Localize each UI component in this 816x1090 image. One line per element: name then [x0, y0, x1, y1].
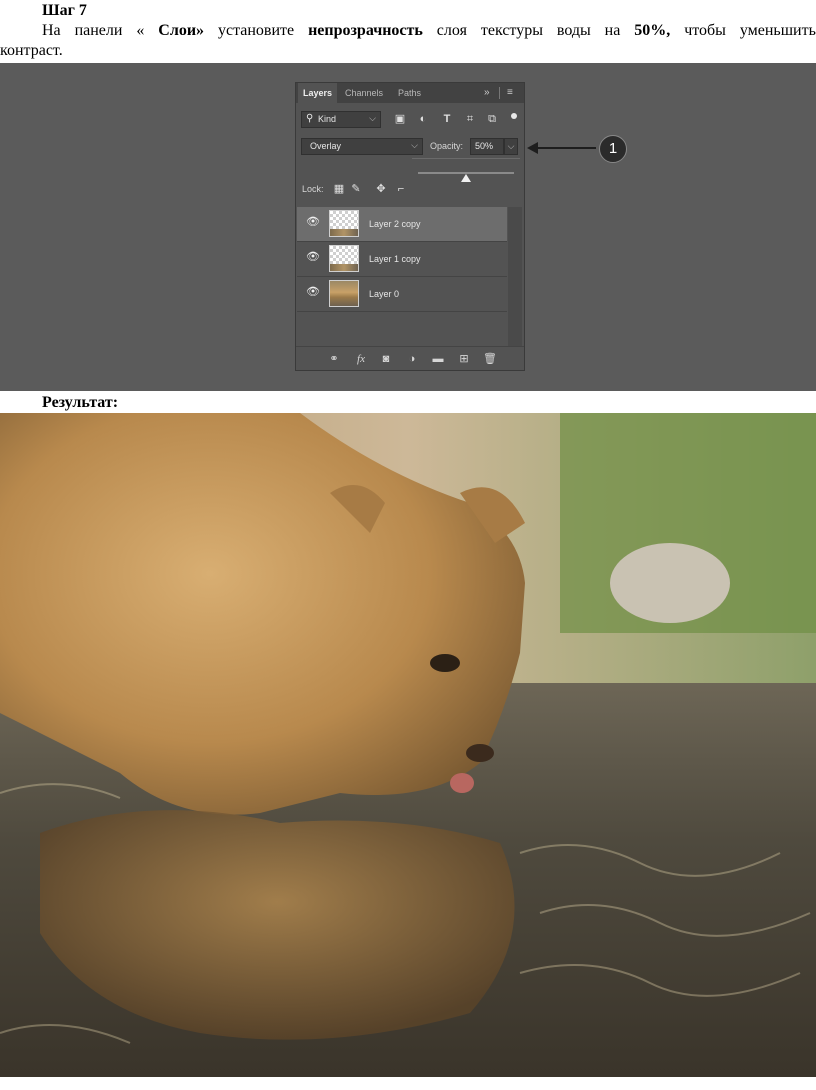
instruction-word: текстуры [480, 22, 543, 39]
search-icon: ⚲ [306, 113, 314, 124]
instruction-word: установите [217, 22, 295, 39]
instruction-word-bold: непрозрачность [308, 22, 423, 39]
layer-name[interactable]: Layer 2 copy [369, 219, 421, 229]
instruction-line-1: На панели « Слои» установите непрозрачно… [0, 21, 816, 41]
blend-mode-select[interactable]: Overlay ⌵ [301, 138, 423, 155]
shape-filter-icon[interactable]: ⌗ [463, 112, 477, 126]
add-mask-icon[interactable]: ◙ [378, 352, 394, 366]
lock-artboard-icon[interactable]: ⌐ [394, 182, 408, 196]
opacity-label: Opacity: [430, 141, 464, 151]
adjustment-layer-icon[interactable]: ◑ [404, 352, 420, 366]
filter-kind-select[interactable]: ⚲ Kind ⌵ [301, 111, 381, 128]
instruction-word: на [604, 22, 621, 39]
step-title: Шаг 7 [42, 2, 87, 19]
eye-icon[interactable]: 👁 [306, 252, 320, 263]
opacity-dropdown-button[interactable]: ⌵ [504, 138, 518, 155]
filter-row: ⚲ Kind ⌵ ▣ ◐ T ⌗ ⧉ [296, 109, 524, 129]
blend-opacity-row: Overlay ⌵ Opacity: 50% ⌵ [296, 136, 524, 158]
eye-icon[interactable]: 👁 [306, 287, 320, 298]
thumbnail-strip [330, 264, 358, 271]
link-layers-icon[interactable]: ⚭ [326, 352, 342, 366]
lock-brush-icon[interactable]: ✎ [349, 182, 363, 196]
lion-tongue [450, 773, 474, 793]
opacity-field[interactable]: 50% [470, 138, 504, 155]
adjustment-filter-icon[interactable]: ◐ [416, 112, 430, 126]
tab-layers[interactable]: Layers [298, 83, 338, 103]
thumbnail-strip [330, 229, 358, 236]
callout-arrow-line [536, 147, 596, 149]
lion-nose [466, 744, 494, 762]
filter-kind-label: Kind [318, 114, 337, 124]
instruction-word: воды [556, 22, 591, 39]
fx-icon[interactable]: fx [353, 352, 369, 366]
instruction-word: панели [74, 22, 123, 39]
layer-thumbnail [329, 210, 359, 237]
rock [610, 543, 730, 623]
instruction-word: уменьшить [739, 22, 816, 39]
result-label: Результат: [42, 394, 119, 411]
tab-paths[interactable]: Paths [393, 83, 426, 103]
result-photo [0, 413, 816, 1077]
layer-thumbnail [329, 280, 359, 307]
chevron-down-icon: ⌵ [411, 140, 418, 150]
layer-name[interactable]: Layer 1 copy [369, 254, 421, 264]
lock-position-icon[interactable]: ✥ [374, 182, 388, 196]
instruction-word: « [136, 22, 145, 39]
folder-icon[interactable]: ▬ [430, 352, 446, 366]
lock-label: Lock: [302, 184, 324, 194]
lock-transparency-icon[interactable]: ▦ [332, 182, 346, 196]
layer-thumbnail [329, 245, 359, 272]
eye-icon[interactable]: 👁 [306, 217, 320, 228]
layers-scrollbar[interactable] [508, 207, 522, 347]
layer-name[interactable]: Layer 0 [369, 289, 399, 299]
chevron-down-icon: ⌵ [369, 113, 376, 123]
instruction-word: слоя [436, 22, 467, 39]
instruction-paragraph: На панели « Слои» установите непрозрачно… [0, 21, 816, 61]
callout-number: 1 [599, 135, 627, 163]
panel-menu-icon[interactable]: ≡ [507, 83, 513, 103]
new-layer-icon[interactable]: ⊞ [456, 352, 472, 366]
smart-object-filter-icon[interactable]: ⧉ [485, 112, 499, 126]
layer-row-layer-1-copy[interactable]: 👁 Layer 1 copy [297, 242, 507, 277]
type-filter-icon[interactable]: T [440, 112, 454, 126]
tab-channels[interactable]: Channels [340, 83, 388, 103]
tab-divider [499, 87, 500, 99]
panel-footer: ⚭ fx ◙ ◑ ▬ ⊞ 🗑 [296, 346, 524, 371]
image-filter-icon[interactable]: ▣ [393, 112, 407, 126]
photoshop-screenshot: Layers Channels Paths » ≡ ⚲ Kind ⌵ ▣ ◐ T… [0, 63, 816, 391]
layers-panel: Layers Channels Paths » ≡ ⚲ Kind ⌵ ▣ ◐ T… [295, 82, 525, 371]
lion-cub-drinking-image [0, 413, 816, 1077]
instruction-word: На [42, 22, 61, 39]
layers-list: 👁 Layer 2 copy 👁 Layer 1 copy 👁 Layer 0 [297, 207, 507, 312]
trash-icon[interactable]: 🗑 [482, 352, 498, 366]
lion-eye [430, 654, 460, 672]
blend-mode-label: Overlay [310, 141, 342, 151]
panel-collapse-button[interactable]: » [484, 83, 490, 103]
layer-row-layer-2-copy[interactable]: 👁 Layer 2 copy [297, 207, 507, 242]
instruction-line-2: контраст. [0, 42, 63, 59]
panel-tabs: Layers Channels Paths » ≡ [296, 83, 524, 103]
instruction-word-bold: 50%, [634, 22, 671, 39]
layer-row-layer-0[interactable]: 👁 Layer 0 [297, 277, 507, 312]
instruction-word-bold: Слои» [158, 22, 205, 39]
lock-row: Lock: ▦ ✎ ✥ ⌐ [296, 180, 524, 200]
filter-toggle-icon[interactable] [511, 113, 517, 119]
instruction-word: чтобы [684, 22, 726, 39]
